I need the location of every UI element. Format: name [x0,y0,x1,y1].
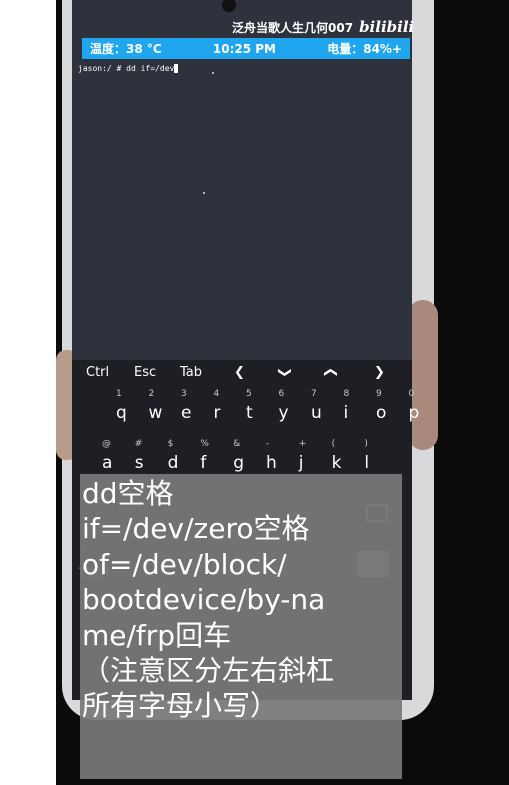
arrow-left-icon[interactable]: ❮ [234,365,245,380]
key-i[interactable]: 8i [344,389,350,423]
key-l[interactable]: ) l [364,439,369,473]
key-secondary-label: - [266,439,270,449]
tab-key[interactable]: Tab [180,365,202,380]
caption-line: 所有字母小写） [82,689,279,723]
key-secondary-label: $ [167,439,174,449]
key-o[interactable]: 9o [376,389,386,423]
key-h[interactable]: -h [266,439,277,473]
key-j[interactable]: + j [299,439,307,473]
key-secondary-label: 2 [148,389,155,399]
arrow-right-icon[interactable]: ❯ [374,365,385,380]
key-k[interactable]: (k [332,439,342,473]
caption-line: of=/dev/block/ [82,547,287,581]
key-e[interactable]: 3e [181,389,191,423]
key-w[interactable]: 2w [149,389,163,423]
video-watermark: 泛舟当歌人生几何007 bilibili [232,18,414,36]
key-u[interactable]: 7u [311,389,322,423]
watermark-channel: 泛舟当歌人生几何007 [232,21,354,35]
subtitle-caption: dd空格 if=/dev/zero空格 of=/dev/block/bootdevi… [80,474,402,779]
key-t[interactable]: 5t [246,389,253,423]
key-secondary-label: & [233,439,241,449]
key-secondary-label: 4 [213,389,220,399]
screen-speck [203,192,205,194]
caption-line: （注意区分左右斜杠 [82,654,335,688]
key-secondary-label: 6 [278,389,285,399]
bilibili-logo: bilibili [359,18,415,36]
key-secondary-label: ( [331,439,336,449]
key-p[interactable]: 0p [409,389,420,423]
extra-keys-row: Ctrl Esc Tab ❮ ❯ ❮ ❯ [72,365,402,385]
caption-line: bootdevice/by-na [82,583,326,617]
caption-line: if=/dev/zero空格 [82,512,310,546]
caption-line: dd空格 [82,477,174,510]
key-secondary-label: 5 [246,389,252,399]
status-bar: 温度：38 °C 10:25 PM 电量：84%+ [82,38,410,59]
key-a[interactable]: @ a [102,439,112,473]
clock: 10:25 PM [212,41,277,56]
key-secondary-label: % [200,439,209,449]
ctrl-key[interactable]: Ctrl [86,365,109,380]
terminal-command-line[interactable]: jason:/ # dd if=/dev [78,64,179,73]
key-secondary-label: 1 [116,389,122,399]
key-q[interactable]: 1q [116,389,127,423]
key-r[interactable]: 4r [214,389,221,423]
battery-readout: 电量：84%+ [327,42,402,56]
key-secondary-label: 9 [376,389,382,399]
key-s[interactable]: # s [135,439,144,473]
key-secondary-label: 7 [311,389,317,399]
screen-speck [212,72,214,74]
key-secondary-label: 0 [408,389,415,399]
key-secondary-label: ) [364,439,368,449]
key-g[interactable]: & g [233,439,244,473]
text-cursor [174,64,179,73]
caption-line: me/frp回车 [82,618,232,652]
temperature-readout: 温度：38 °C [90,42,162,56]
key-secondary-label: + [298,439,307,449]
key-d[interactable]: $ d [168,439,179,473]
key-f[interactable]: % f [200,439,209,473]
key-secondary-label: @ [102,439,111,449]
key-secondary-label: # [134,439,143,449]
terminal-text: jason:/ # dd if=/dev [78,64,175,73]
arrow-down-icon[interactable]: ❯ [277,367,292,378]
esc-key[interactable]: Esc [134,365,156,380]
key-y[interactable]: 6y [279,389,289,423]
key-secondary-label: 3 [181,389,187,399]
arrow-up-icon[interactable]: ❮ [323,367,338,378]
camera-icon [222,0,236,12]
key-secondary-label: 8 [343,389,350,399]
caption-text: dd空格 if=/dev/zero空格 of=/dev/block/bootdevi… [82,476,334,724]
hand-right [408,300,438,450]
